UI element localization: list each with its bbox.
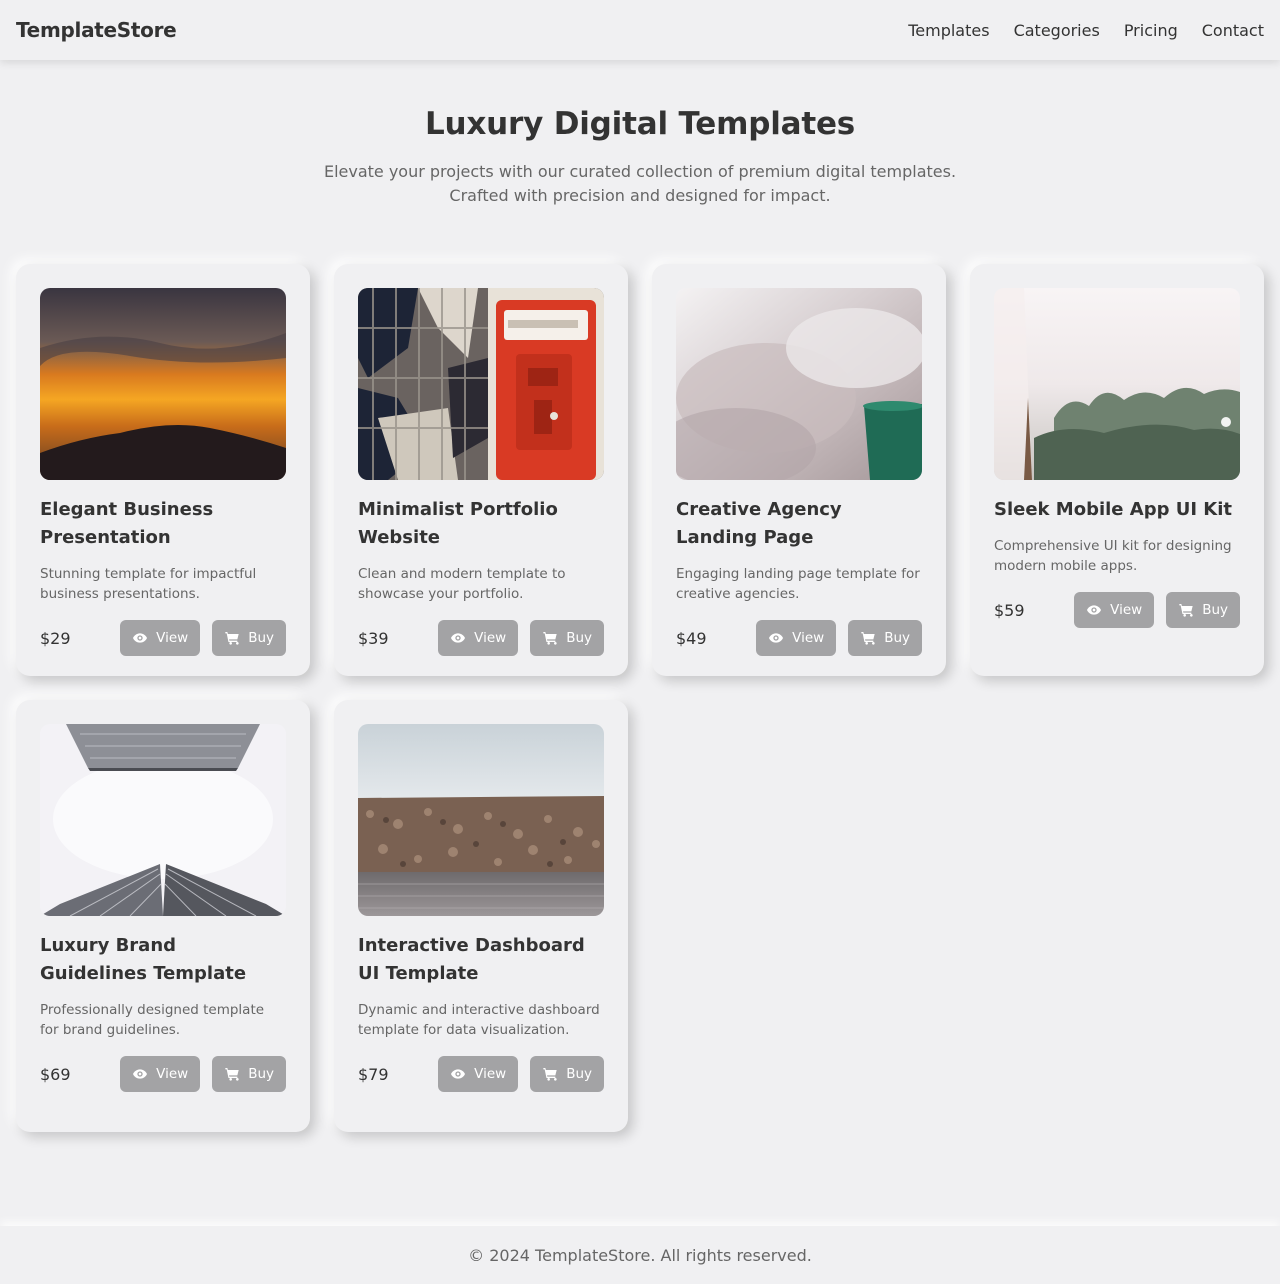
card-footer: $29 View Buy <box>40 620 286 656</box>
view-button[interactable]: View <box>1074 592 1155 628</box>
template-description: Comprehensive UI kit for designing moder… <box>994 538 1232 574</box>
copyright-text: © 2024 TemplateStore. All rights reserve… <box>468 1245 812 1265</box>
card-footer: $79 View Buy <box>358 1056 604 1092</box>
cart-icon <box>543 632 557 645</box>
view-button-label: View <box>474 1066 507 1082</box>
view-button-label: View <box>1110 602 1143 618</box>
hero-subtitle: Elevate your projects with our curated c… <box>0 160 1280 208</box>
cart-icon <box>1179 604 1193 617</box>
template-card: Luxury Brand Guidelines Template Profess… <box>16 700 310 1132</box>
template-description: Stunning template for impactful business… <box>40 566 257 602</box>
template-title[interactable]: Creative Agency Landing Page <box>676 496 922 552</box>
view-button[interactable]: View <box>438 620 519 656</box>
card-footer: $69 View Buy <box>40 1056 286 1092</box>
view-button[interactable]: View <box>756 620 837 656</box>
card-actions: View Buy <box>120 620 286 656</box>
template-card: Minimalist Portfolio Website Clean and m… <box>334 264 628 676</box>
template-card: Sleek Mobile App UI Kit Comprehensive UI… <box>970 264 1264 676</box>
buy-button[interactable]: Buy <box>530 1056 604 1092</box>
view-button-label: View <box>792 630 825 646</box>
template-title[interactable]: Minimalist Portfolio Website <box>358 496 604 552</box>
template-image-sunset[interactable] <box>40 288 286 480</box>
buy-button-label: Buy <box>884 630 910 646</box>
eye-icon <box>133 1069 148 1079</box>
card-actions: View Buy <box>1074 592 1240 628</box>
template-price: $59 <box>994 600 1025 620</box>
buy-button-label: Buy <box>1202 602 1228 618</box>
cart-icon <box>225 632 239 645</box>
card-actions: View Buy <box>120 1056 286 1092</box>
card-footer: $59 View Buy <box>994 592 1240 628</box>
eye-icon <box>133 633 148 643</box>
buy-button[interactable]: Buy <box>212 1056 286 1092</box>
card-actions: View Buy <box>438 620 604 656</box>
template-description: Clean and modern template to showcase yo… <box>358 566 566 602</box>
buy-button[interactable]: Buy <box>848 620 922 656</box>
nav-links: Templates Categories Pricing Contact <box>908 21 1264 40</box>
view-button-label: View <box>474 630 507 646</box>
template-description: Dynamic and interactive dashboard templa… <box>358 1002 600 1038</box>
buy-button-label: Buy <box>248 1066 274 1082</box>
template-price: $39 <box>358 628 389 648</box>
cart-icon <box>861 632 875 645</box>
template-image-rocky-shore[interactable] <box>358 724 604 916</box>
cart-icon <box>543 1068 557 1081</box>
buy-button[interactable]: Buy <box>1166 592 1240 628</box>
cart-icon <box>225 1068 239 1081</box>
template-title[interactable]: Elegant Business Presentation <box>40 496 286 552</box>
card-footer: $49 View Buy <box>676 620 922 656</box>
view-button-label: View <box>156 630 189 646</box>
template-description: Professionally designed template for bra… <box>40 1002 265 1038</box>
footer: © 2024 TemplateStore. All rights reserve… <box>0 1226 1280 1284</box>
template-image-steam-cup[interactable] <box>676 288 922 480</box>
template-price: $49 <box>676 628 707 648</box>
buy-button-label: Buy <box>566 630 592 646</box>
template-description: Engaging landing page template for creat… <box>676 566 920 602</box>
template-title[interactable]: Sleek Mobile App UI Kit <box>994 496 1240 524</box>
eye-icon <box>451 633 466 643</box>
template-image-alarm-box[interactable] <box>358 288 604 480</box>
hero-subtitle-line-1: Elevate your projects with our curated c… <box>323 162 957 181</box>
nav-link-categories[interactable]: Categories <box>1014 21 1100 40</box>
buy-button[interactable]: Buy <box>530 620 604 656</box>
template-image-skyscrapers[interactable] <box>40 724 286 916</box>
buy-button-label: Buy <box>566 1066 592 1082</box>
template-price: $69 <box>40 1064 71 1084</box>
view-button[interactable]: View <box>438 1056 519 1092</box>
page-title: Luxury Digital Templates <box>424 106 856 142</box>
view-button-label: View <box>156 1066 189 1082</box>
eye-icon <box>1087 605 1102 615</box>
eye-icon <box>769 633 784 643</box>
card-actions: View Buy <box>438 1056 604 1092</box>
template-price: $29 <box>40 628 71 648</box>
template-card: Creative Agency Landing Page Engaging la… <box>652 264 946 676</box>
card-footer: $39 View Buy <box>358 620 604 656</box>
view-button[interactable]: View <box>120 620 201 656</box>
navbar: TemplateStore Templates Categories Prici… <box>0 0 1280 60</box>
nav-link-pricing[interactable]: Pricing <box>1124 21 1178 40</box>
hero-subtitle-line-2: Crafted with precision and designed for … <box>449 186 831 205</box>
template-price: $79 <box>358 1064 389 1084</box>
card-actions: View Buy <box>756 620 922 656</box>
buy-button[interactable]: Buy <box>212 620 286 656</box>
nav-link-contact[interactable]: Contact <box>1202 21 1264 40</box>
view-button[interactable]: View <box>120 1056 201 1092</box>
template-title[interactable]: Luxury Brand Guidelines Template <box>40 932 286 988</box>
nav-link-templates[interactable]: Templates <box>908 21 989 40</box>
template-card: Elegant Business Presentation Stunning t… <box>16 264 310 676</box>
template-title[interactable]: Interactive Dashboard UI Template <box>358 932 604 988</box>
brand-logo[interactable]: TemplateStore <box>16 18 177 42</box>
buy-button-label: Buy <box>248 630 274 646</box>
template-image-hazy-trees[interactable] <box>994 288 1240 480</box>
hero-section: Luxury Digital Templates Elevate your pr… <box>0 60 1280 208</box>
eye-icon <box>451 1069 466 1079</box>
template-card: Interactive Dashboard UI Template Dynami… <box>334 700 628 1132</box>
